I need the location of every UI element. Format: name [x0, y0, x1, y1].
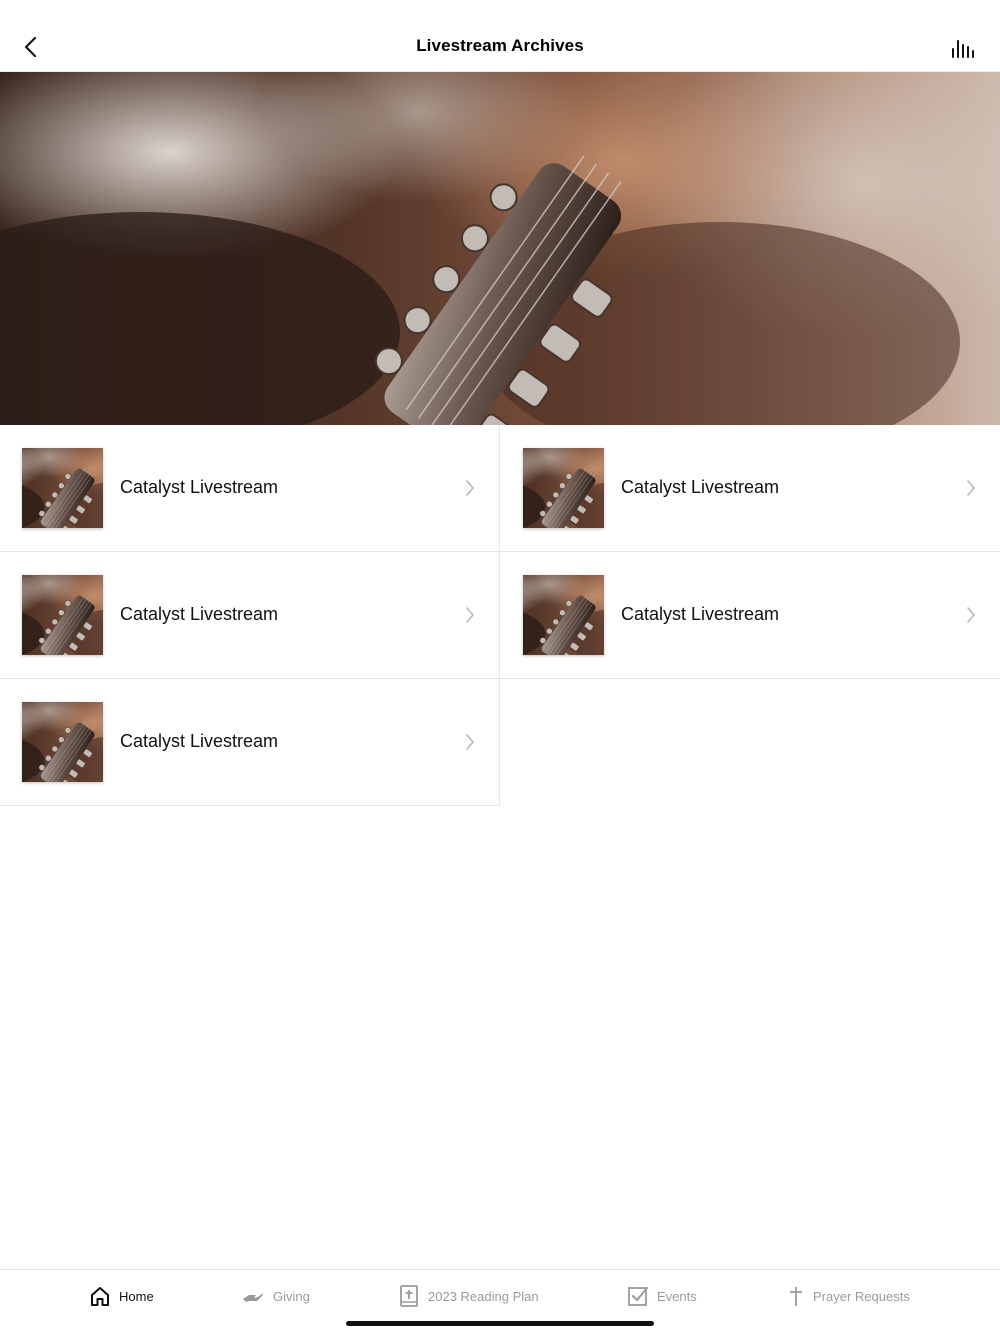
tab-label: Home — [119, 1288, 154, 1304]
list-item[interactable]: Catalyst Livestream — [0, 552, 500, 679]
bible-icon — [400, 1285, 418, 1307]
hero-image — [0, 72, 1000, 425]
item-thumbnail — [523, 448, 604, 528]
list-item[interactable]: Catalyst Livestream — [0, 425, 500, 552]
item-thumbnail — [523, 575, 604, 655]
chevron-right-icon — [967, 480, 975, 496]
tab-giving[interactable]: Giving — [241, 1284, 310, 1308]
item-thumbnail — [22, 448, 103, 528]
tab-prayer-requests[interactable]: Prayer Requests — [787, 1284, 910, 1308]
chevron-right-icon — [466, 480, 474, 496]
list-item[interactable]: Catalyst Livestream — [500, 425, 1000, 552]
tab-label: 2023 Reading Plan — [428, 1288, 539, 1304]
item-thumbnail — [22, 575, 103, 655]
checkbox-icon — [628, 1287, 648, 1306]
tab-label: Prayer Requests — [813, 1288, 910, 1304]
top-bar: Livestream Archives — [0, 0, 1000, 72]
audio-bars-icon — [952, 40, 974, 58]
home-icon — [91, 1287, 109, 1306]
item-label: Catalyst Livestream — [120, 731, 279, 751]
audio-button[interactable] — [950, 36, 976, 60]
item-label: Catalyst Livestream — [621, 477, 780, 497]
tab-reading-plan[interactable]: 2023 Reading Plan — [398, 1284, 539, 1308]
cross-icon — [790, 1287, 802, 1306]
chevron-right-icon — [967, 607, 975, 623]
list-item[interactable]: Catalyst Livestream — [500, 552, 1000, 679]
tab-label: Events — [657, 1288, 697, 1304]
home-indicator — [346, 1321, 654, 1326]
item-thumbnail — [22, 702, 103, 782]
item-label: Catalyst Livestream — [120, 604, 279, 624]
item-label: Catalyst Livestream — [621, 604, 780, 624]
list-item[interactable]: Catalyst Livestream — [0, 679, 500, 806]
chevron-right-icon — [466, 607, 474, 623]
tab-events[interactable]: Events — [627, 1284, 697, 1308]
page-title: Livestream Archives — [416, 36, 584, 55]
tab-label: Giving — [273, 1288, 310, 1304]
chevron-right-icon — [466, 734, 474, 750]
tab-home[interactable]: Home — [89, 1284, 154, 1308]
item-label: Catalyst Livestream — [120, 477, 279, 497]
giving-hand-icon — [243, 1293, 263, 1302]
